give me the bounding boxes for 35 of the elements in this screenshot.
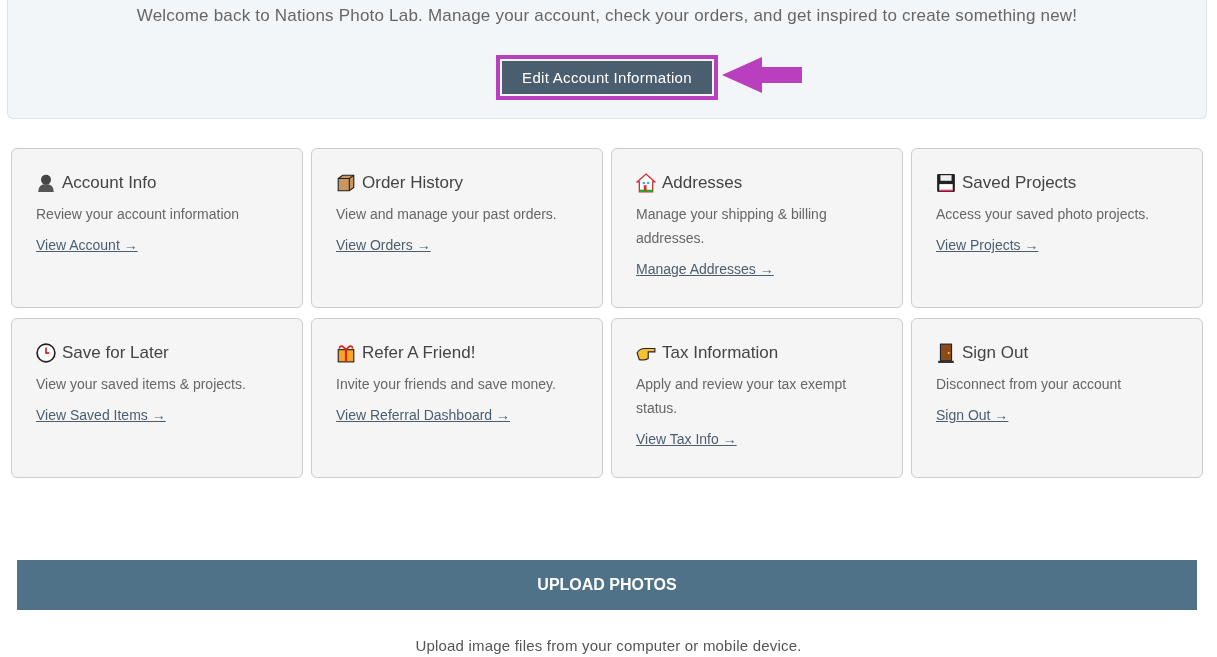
card-title: Saved Projects [962, 173, 1077, 193]
house-icon [636, 173, 656, 193]
gift-icon [336, 343, 356, 363]
card-description: View and manage your past orders. [336, 205, 558, 224]
card-title: Account Info [62, 173, 157, 193]
card-link[interactable]: View Referral Dashboard → [336, 407, 511, 423]
card-link[interactable]: Manage Addresses → [636, 261, 774, 277]
clock-icon [36, 343, 56, 363]
card-title: Tax Information [662, 343, 779, 363]
card-description: Manage your shipping & billing addresses. [636, 205, 828, 248]
card-description: Apply and review your tax exempt status. [636, 375, 848, 418]
card-description: Review your account information [36, 205, 241, 224]
upload-description: Upload image files from your computer or mobile device. [414, 637, 803, 654]
door-icon [936, 343, 956, 363]
card-description: View your saved items & projects. [36, 375, 247, 394]
card-link[interactable]: View Projects → [936, 237, 1039, 253]
upload-photos-header: UPLOAD PHOTOS [17, 560, 1197, 610]
card-link[interactable]: View Tax Info → [636, 431, 737, 447]
card-title: Refer A Friend! [362, 343, 476, 363]
card-description: Disconnect from your account [936, 375, 1123, 394]
card-title: Addresses [662, 173, 743, 193]
card-link[interactable]: Sign Out → [936, 407, 1009, 423]
card-description: Invite your friends and save money. [336, 375, 557, 394]
card-link[interactable]: View Saved Items → [36, 407, 166, 423]
box-icon [336, 173, 356, 193]
card-link[interactable]: View Account → [36, 237, 138, 253]
card-description: Access your saved photo projects. [936, 205, 1151, 224]
card-title: Save for Later [62, 343, 169, 363]
card-title: Order History [362, 173, 464, 193]
person-icon [36, 173, 56, 193]
card-link[interactable]: View Orders → [336, 237, 431, 253]
edit-account-button[interactable]: Edit Account Information [502, 61, 712, 94]
card-title: Sign Out [962, 343, 1029, 363]
arrow-icon [721, 57, 802, 93]
welcome-text: Welcome back to Nations Photo Lab. Manage your account, check your orders, and get inspired to create something new! [136, 6, 1078, 26]
